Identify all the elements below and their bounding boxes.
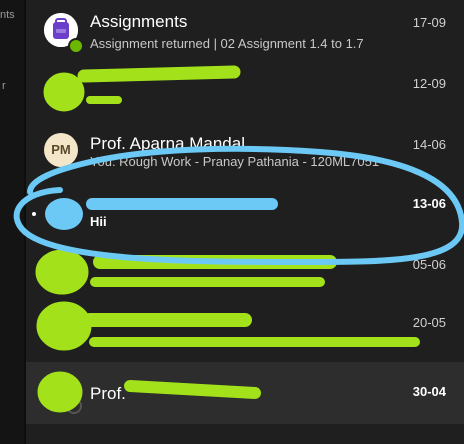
annotation-overlay [13,65,464,413]
redaction-scribbles [35,65,420,413]
blue-highlight-annotation [13,145,464,265]
